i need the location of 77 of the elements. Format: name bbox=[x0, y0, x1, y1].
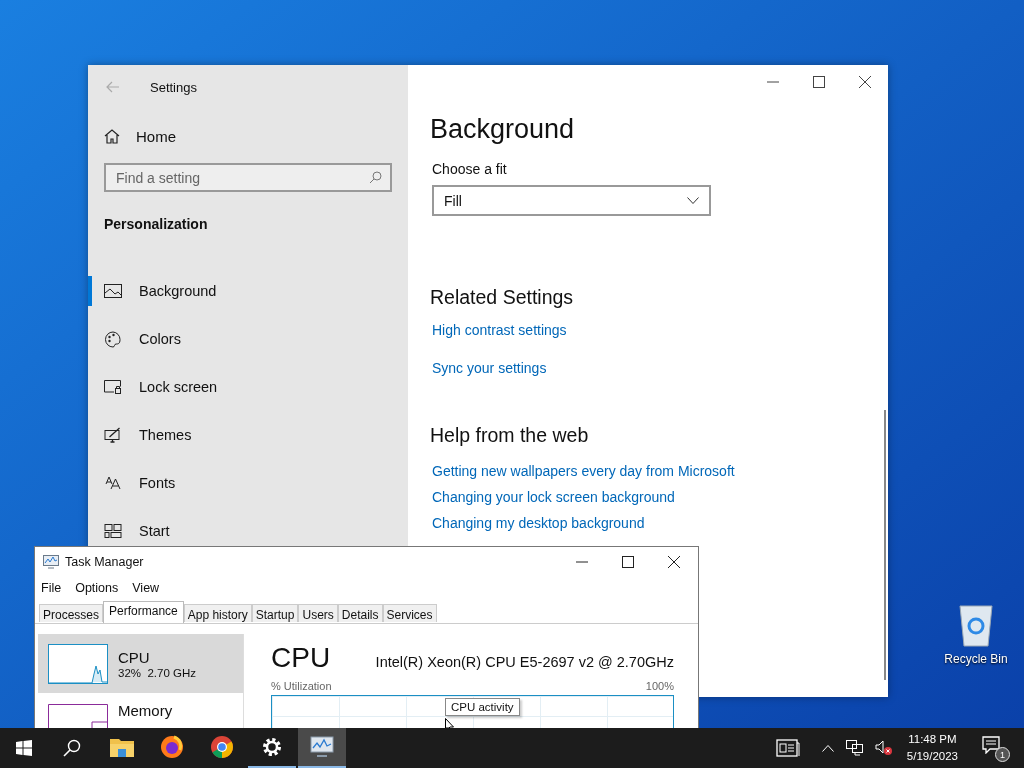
scrollbar[interactable] bbox=[884, 410, 886, 680]
tab[interactable]: Users bbox=[298, 604, 338, 622]
resource-item[interactable]: CPU 32% 2.70 GHz bbox=[38, 634, 243, 693]
section-heading: Help from the web bbox=[430, 424, 589, 447]
section-heading: Personalization bbox=[104, 216, 209, 232]
picture-icon bbox=[104, 284, 122, 298]
nav-item[interactable]: Themes bbox=[88, 420, 408, 450]
window-title: Task Manager bbox=[65, 555, 145, 569]
notification-icon[interactable] bbox=[982, 736, 1000, 754]
tab[interactable]: App history bbox=[183, 604, 252, 622]
chevron-down-icon bbox=[687, 197, 699, 204]
gear-icon bbox=[261, 736, 283, 758]
resource-item[interactable]: Memory bbox=[38, 700, 243, 728]
muted-speaker-icon[interactable] bbox=[874, 740, 893, 756]
maximize-icon[interactable] bbox=[622, 556, 634, 568]
help-link[interactable]: Changing your lock screen background bbox=[432, 489, 675, 505]
nav-item[interactable]: Colors bbox=[88, 324, 408, 354]
tab[interactable]: Startup bbox=[251, 604, 299, 622]
axis-label: % Utilization bbox=[271, 680, 332, 692]
folder-icon bbox=[110, 737, 134, 757]
chrome-icon bbox=[210, 735, 234, 759]
maximize-icon[interactable] bbox=[813, 76, 825, 88]
home-icon bbox=[104, 129, 120, 144]
menu-item[interactable]: File bbox=[41, 581, 62, 595]
menu-item[interactable]: Options bbox=[75, 581, 119, 595]
search-icon bbox=[63, 739, 81, 757]
menu-item[interactable]: View bbox=[132, 581, 160, 595]
help-link[interactable]: Changing my desktop background bbox=[432, 515, 645, 531]
close-icon[interactable] bbox=[668, 556, 680, 568]
tab[interactable]: Processes bbox=[39, 604, 104, 622]
tooltip: CPU activity bbox=[445, 698, 520, 716]
firefox-icon bbox=[160, 735, 184, 759]
tab[interactable]: Performance bbox=[103, 601, 184, 623]
tab[interactable]: Services bbox=[382, 604, 437, 622]
windows-logo-icon bbox=[16, 740, 32, 756]
memory-sparkline bbox=[48, 704, 108, 728]
nav-item[interactable]: Background bbox=[88, 276, 408, 306]
search-field[interactable]: Find a setting bbox=[104, 163, 392, 192]
lock-screen-icon bbox=[104, 380, 122, 394]
resource-name: CPU bbox=[118, 648, 151, 666]
home-nav-item[interactable]: Home bbox=[104, 124, 224, 149]
resource-detail: 32% 2.70 GHz bbox=[118, 666, 196, 679]
field-label: Choose a fit bbox=[432, 161, 507, 177]
resource-heading: CPU bbox=[271, 642, 331, 674]
nav-item[interactable]: Lock screen bbox=[88, 372, 408, 402]
mouse-cursor-icon bbox=[445, 718, 454, 728]
axis-label: 100% bbox=[645, 680, 674, 692]
taskbar-app[interactable] bbox=[298, 728, 346, 768]
task-manager-icon bbox=[43, 555, 59, 569]
start-layout-icon bbox=[104, 524, 122, 538]
chevron-up-icon[interactable] bbox=[821, 744, 834, 752]
search-icon bbox=[369, 171, 382, 184]
settings-link[interactable]: High contrast settings bbox=[432, 322, 567, 338]
task-manager-icon bbox=[310, 736, 334, 758]
fit-dropdown[interactable]: Fill bbox=[432, 185, 711, 216]
cpu-sparkline bbox=[48, 643, 108, 684]
palette-icon bbox=[104, 330, 122, 348]
settings-link[interactable]: Sync your settings bbox=[432, 360, 547, 376]
nav-item[interactable]: Fonts bbox=[88, 468, 408, 498]
section-heading: Related Settings bbox=[430, 286, 574, 309]
network-icon[interactable] bbox=[845, 740, 863, 756]
cpu-model: Intel(R) Xeon(R) CPU E5-2697 v2 @ 2.70GHz bbox=[375, 654, 674, 670]
help-link[interactable]: Getting new wallpapers every day from Microsoft bbox=[432, 463, 735, 479]
close-icon[interactable] bbox=[859, 76, 871, 88]
themes-icon bbox=[104, 427, 122, 443]
clock-date[interactable]: 5/19/2023 bbox=[906, 748, 958, 765]
desktop-icon-label[interactable]: Recycle Bin bbox=[944, 652, 1008, 666]
page-title: Background bbox=[430, 114, 575, 145]
nav-item[interactable]: Start bbox=[88, 516, 408, 546]
tab[interactable]: Details bbox=[337, 604, 383, 622]
recycle-bin-icon[interactable] bbox=[956, 602, 996, 648]
news-icon[interactable] bbox=[775, 739, 800, 757]
notification-badge: 1 bbox=[995, 747, 1010, 762]
clock-time[interactable]: 11:48 PM bbox=[908, 731, 957, 748]
fonts-icon bbox=[104, 476, 122, 490]
resource-name: Memory bbox=[118, 702, 173, 719]
window-title: Settings bbox=[150, 79, 197, 95]
